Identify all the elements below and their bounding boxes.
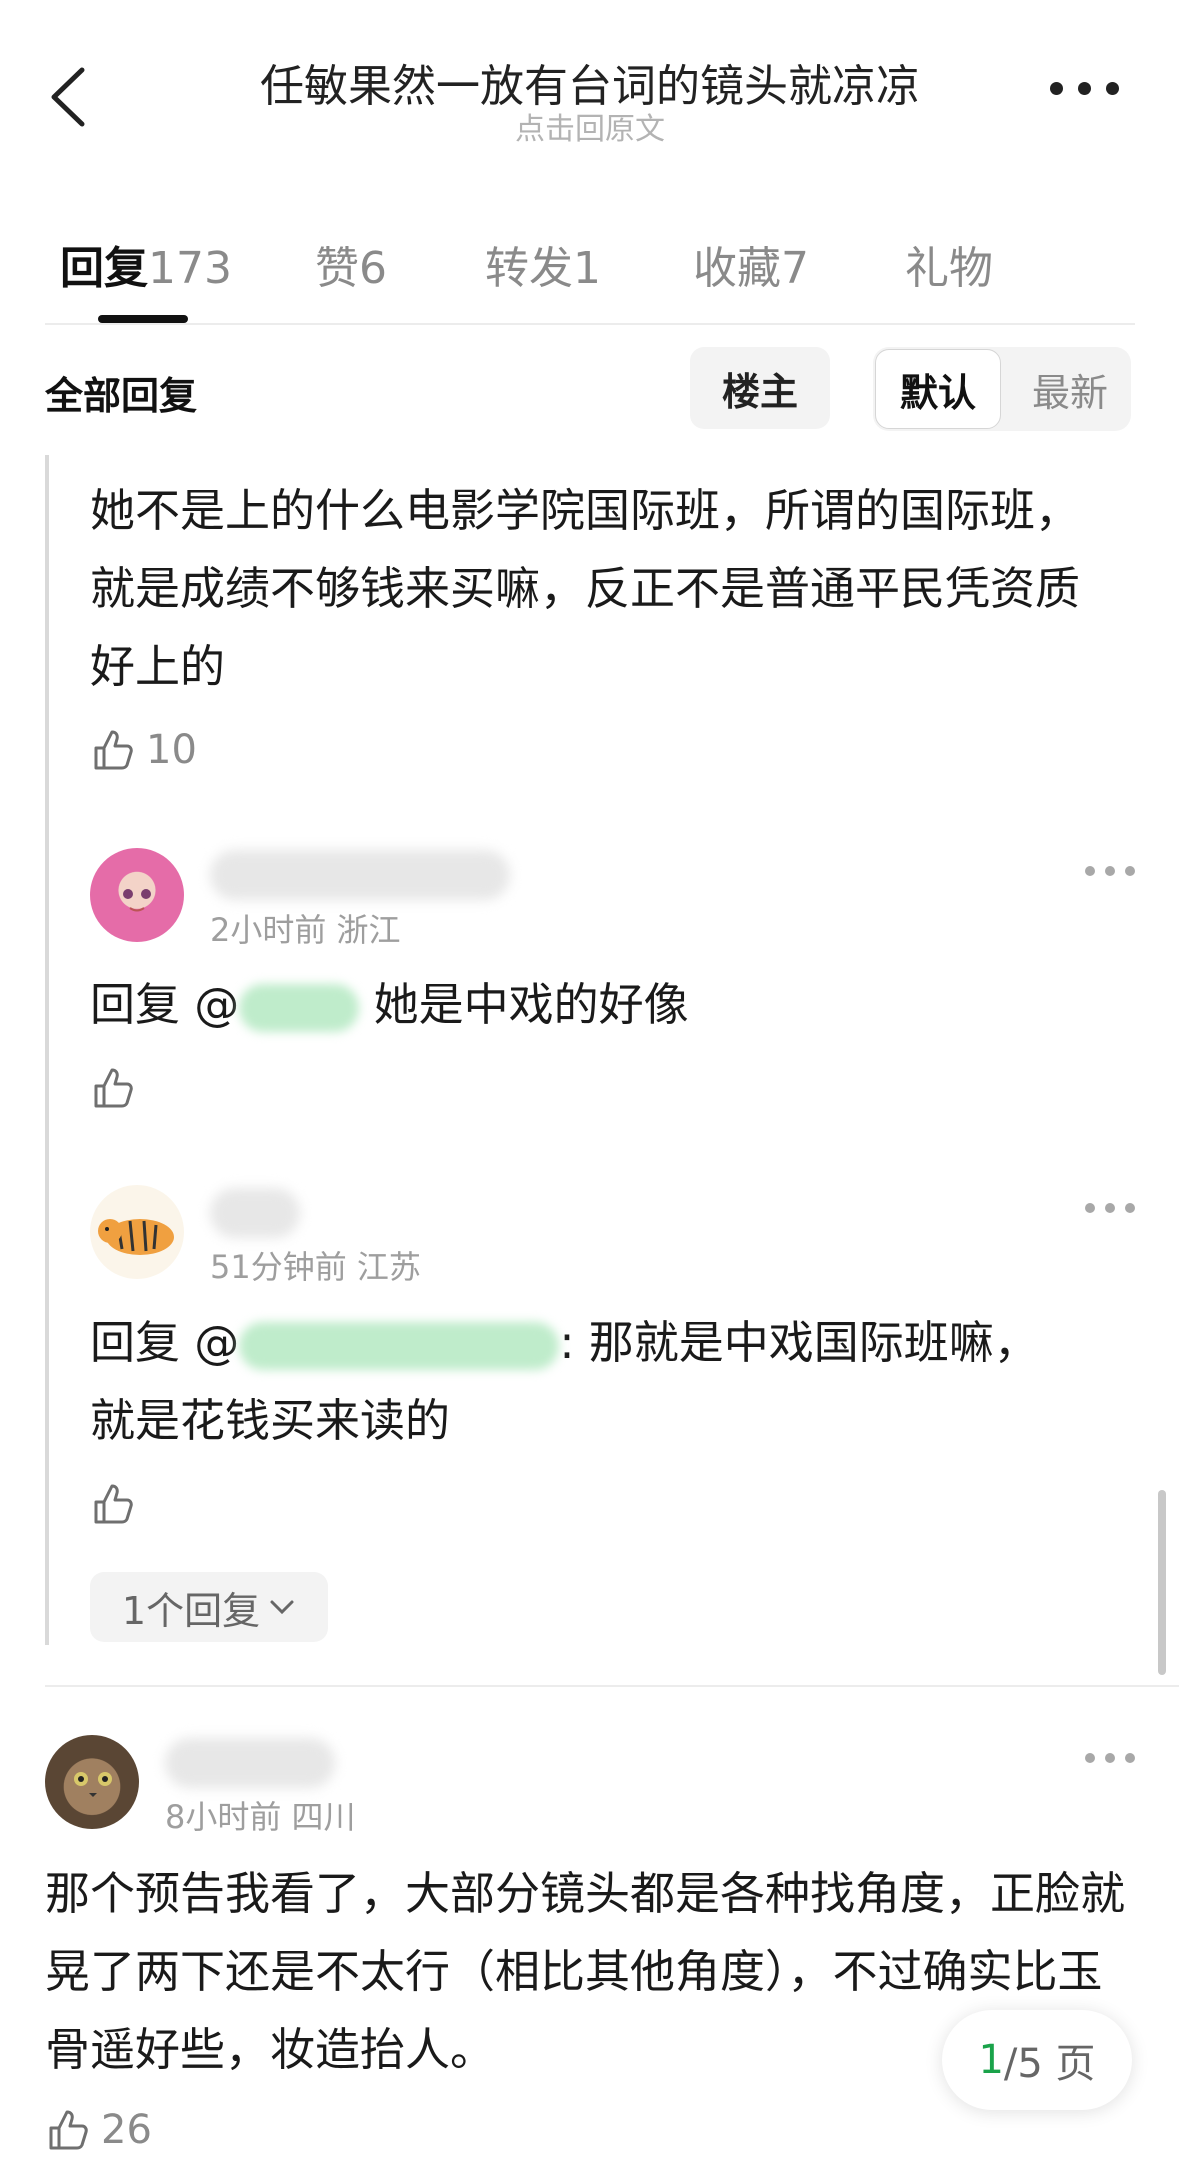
more-dot-icon: [1106, 82, 1119, 95]
tab-likes-label: 赞: [315, 243, 359, 294]
reply-text: 回复 @ : 那就是中戏国际班嘛， 就是花钱买来读的: [90, 1304, 1120, 1460]
more-dot-icon: [1050, 82, 1063, 95]
scrollbar[interactable]: [1158, 1490, 1166, 1675]
sort-default-button[interactable]: 默认: [875, 349, 1001, 429]
username-blurred[interactable]: [210, 850, 510, 900]
more-dot-icon: [1105, 866, 1115, 876]
reply-meta: 51分钟前 江苏: [210, 1248, 421, 1286]
chevron-down-icon: [270, 1600, 294, 1615]
reply-line-2: 就是花钱买来读的: [90, 1394, 451, 1447]
cat-avatar-icon: [74, 1772, 112, 1797]
comment-meta: 8小时前 四川: [165, 1798, 356, 1836]
tab-favorites-label: 收藏: [693, 243, 781, 294]
more-dot-icon: [1078, 82, 1091, 95]
reply-more-button[interactable]: [1085, 866, 1135, 878]
tab-gifts[interactable]: 礼物: [905, 232, 993, 296]
avatar[interactable]: [45, 1735, 139, 1829]
back-to-original-link[interactable]: 点击回原文: [230, 104, 950, 148]
like-count: 26: [101, 2107, 152, 2153]
tiger-avatar-icon: [98, 1219, 174, 1255]
reply-text: 回复 @ 她是中戏的好像: [90, 966, 1120, 1044]
more-dot-icon: [1125, 1203, 1135, 1213]
reply-meta: 2小时前 浙江: [210, 911, 401, 949]
like-button[interactable]: [90, 1480, 138, 1528]
reply-body: : 那就是中戏国际班嘛，: [559, 1316, 1039, 1369]
all-replies-heading: 全部回复: [45, 374, 198, 418]
thumbs-up-icon: [94, 1484, 133, 1524]
like-button[interactable]: [90, 1064, 138, 1112]
tab-reposts-count: 1: [573, 243, 601, 294]
reply-prefix: 回复 @: [90, 1316, 240, 1369]
tab-reposts[interactable]: 转发1: [485, 232, 601, 296]
thumbs-up-icon: [94, 730, 133, 770]
tab-favorites[interactable]: 收藏7: [693, 232, 809, 296]
like-button[interactable]: 10: [90, 726, 197, 774]
more-dot-icon: [1125, 866, 1135, 876]
tab-replies-label: 回复: [60, 243, 148, 294]
sort-latest-button[interactable]: 最新: [1010, 349, 1130, 429]
back-button[interactable]: [44, 62, 94, 132]
tab-likes-count: 6: [359, 243, 387, 294]
chevron-left-icon: [51, 67, 85, 127]
expand-replies-button[interactable]: 1个回复: [90, 1572, 328, 1642]
like-count: 10: [146, 727, 197, 773]
tab-replies-count: 173: [148, 243, 232, 294]
more-options-button[interactable]: [1050, 82, 1120, 102]
more-dot-icon: [1085, 1203, 1095, 1213]
mention-blurred[interactable]: [239, 1322, 560, 1370]
reply-body: 她是中戏的好像: [359, 978, 689, 1031]
mention-blurred[interactable]: [239, 984, 360, 1032]
tab-reposts-label: 转发: [485, 243, 573, 294]
tab-likes[interactable]: 赞6: [315, 232, 387, 296]
reply-line-1: 回复 @ : 那就是中戏国际班嘛，: [90, 1304, 1120, 1382]
comment-more-button[interactable]: [1085, 1753, 1135, 1765]
avatar-face-icon: [123, 889, 151, 912]
avatar[interactable]: [90, 1185, 184, 1279]
tab-favorites-count: 7: [781, 243, 809, 294]
tab-gifts-label: 礼物: [905, 243, 993, 294]
avatar[interactable]: [90, 848, 184, 942]
divider: [45, 1685, 1179, 1687]
username-blurred[interactable]: [210, 1188, 300, 1238]
divider: [45, 323, 1135, 325]
thumbs-up-icon: [94, 1068, 133, 1108]
more-dot-icon: [1105, 1203, 1115, 1213]
reply-prefix: 回复 @: [90, 978, 240, 1031]
owner-only-button[interactable]: 楼主: [690, 347, 830, 429]
thread-indent-line: [45, 455, 49, 1645]
like-button[interactable]: 26: [45, 2106, 152, 2154]
current-page: 1: [978, 2037, 1004, 2083]
reply-text: 她不是上的什么电影学院国际班，所谓的国际班，就是成绩不够钱来买嘛，反正不是普通平…: [90, 484, 1081, 693]
page-indicator[interactable]: 1/5 页: [942, 2010, 1132, 2110]
more-dot-icon: [1105, 1753, 1115, 1763]
tab-replies[interactable]: 回复173: [60, 232, 232, 296]
username-blurred[interactable]: [165, 1738, 335, 1788]
expand-replies-label: 1个回复: [121, 1588, 261, 1633]
reply-more-button[interactable]: [1085, 1203, 1135, 1215]
thumbs-up-icon: [49, 2110, 88, 2150]
total-pages: /5 页: [1003, 2041, 1096, 2087]
more-dot-icon: [1125, 1753, 1135, 1763]
active-tab-indicator: [98, 315, 188, 323]
more-dot-icon: [1085, 866, 1095, 876]
more-dot-icon: [1085, 1753, 1095, 1763]
